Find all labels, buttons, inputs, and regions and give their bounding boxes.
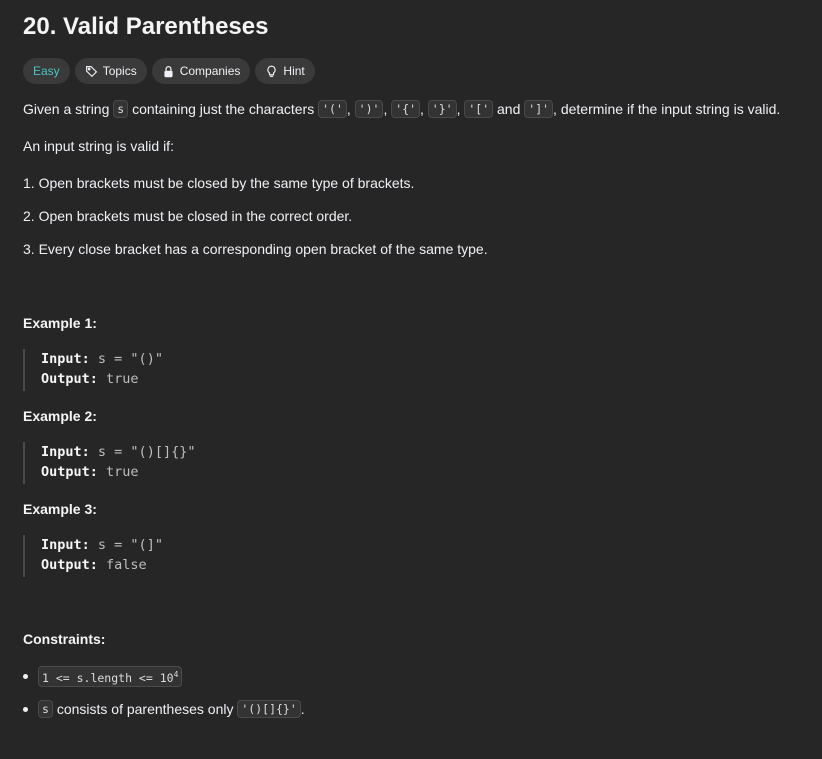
constraint-text: consists of parentheses only [56,701,234,717]
example-block: Input: s = "()" Output: true [23,349,323,391]
and-text: and [497,101,521,117]
output-label: Output: [41,557,98,573]
topics-button[interactable]: Topics [74,58,147,84]
hint-label: Hint [283,64,305,78]
tag-bar: Easy Topics Companies Hint [23,58,315,84]
difficulty-label: Easy [33,64,60,78]
input-label: Input: [41,444,90,460]
exponent: 4 [173,670,179,679]
output-value: false [106,557,147,573]
companies-button[interactable]: Companies [151,58,251,84]
char-code: ']' [524,100,554,118]
example-block: Input: s = "()[]{}" Output: true [23,442,323,484]
char-code: '[' [464,100,494,118]
output-label: Output: [41,464,98,480]
hint-button[interactable]: Hint [255,58,315,84]
input-label: Input: [41,351,90,367]
problem-title: 20. Valid Parentheses [23,13,269,40]
input-value: s = "()[]{}" [97,444,196,460]
output-value: true [106,464,139,480]
difficulty-badge: Easy [23,58,70,84]
rule-item: 1. Open brackets must be closed by the s… [23,175,415,191]
intro-paragraph: Given a string s containing just the cha… [23,99,780,119]
comma: , [456,101,461,117]
rule-item: 3. Every close bracket has a correspondi… [23,241,488,257]
var-s: s [113,100,129,118]
input-label: Input: [41,537,90,553]
input-value: s = "(]" [97,537,163,553]
companies-label: Companies [179,64,241,78]
constraint-code: '()[]{}' [237,700,301,718]
char-code: ')' [354,100,384,118]
intro-text: , determine if the input string is valid… [553,101,781,117]
char-code: '(' [318,100,347,118]
constraint-code-text: 1 <= s.length <= 10 [42,671,174,685]
comma: , [420,101,424,117]
constraint-item: s consists of parentheses only '()[]{}'. [23,699,305,719]
output-value: true [106,371,139,387]
example-heading: Example 1: [23,315,97,331]
input-value: s = "()" [97,351,163,367]
lightbulb-icon [267,65,277,77]
char-code: '}' [427,100,457,118]
example-heading: Example 2: [23,408,97,424]
constraint-item: 1 <= s.length <= 104 [23,666,183,687]
intro-text: Given a string [23,101,110,117]
example-heading: Example 3: [23,501,97,517]
constraints-heading: Constraints: [23,631,106,647]
example-block: Input: s = "(]" Output: false [23,535,323,577]
bullet-dot [23,706,28,712]
intro-text: containing just the characters [132,101,315,117]
lock-icon [164,65,173,77]
tag-icon [85,65,97,77]
valid-if-text: An input string is valid if: [23,138,174,154]
comma: , [346,101,351,117]
bullet-dot [23,674,28,679]
topics-label: Topics [102,64,137,78]
var-s: s [38,700,53,718]
rule-item: 2. Open brackets must be closed in the c… [23,208,353,224]
constraint-code: 1 <= s.length <= 104 [38,666,183,687]
period: . [300,701,305,717]
output-label: Output: [41,371,98,387]
char-code: '{' [391,100,420,118]
comma: , [383,101,388,117]
